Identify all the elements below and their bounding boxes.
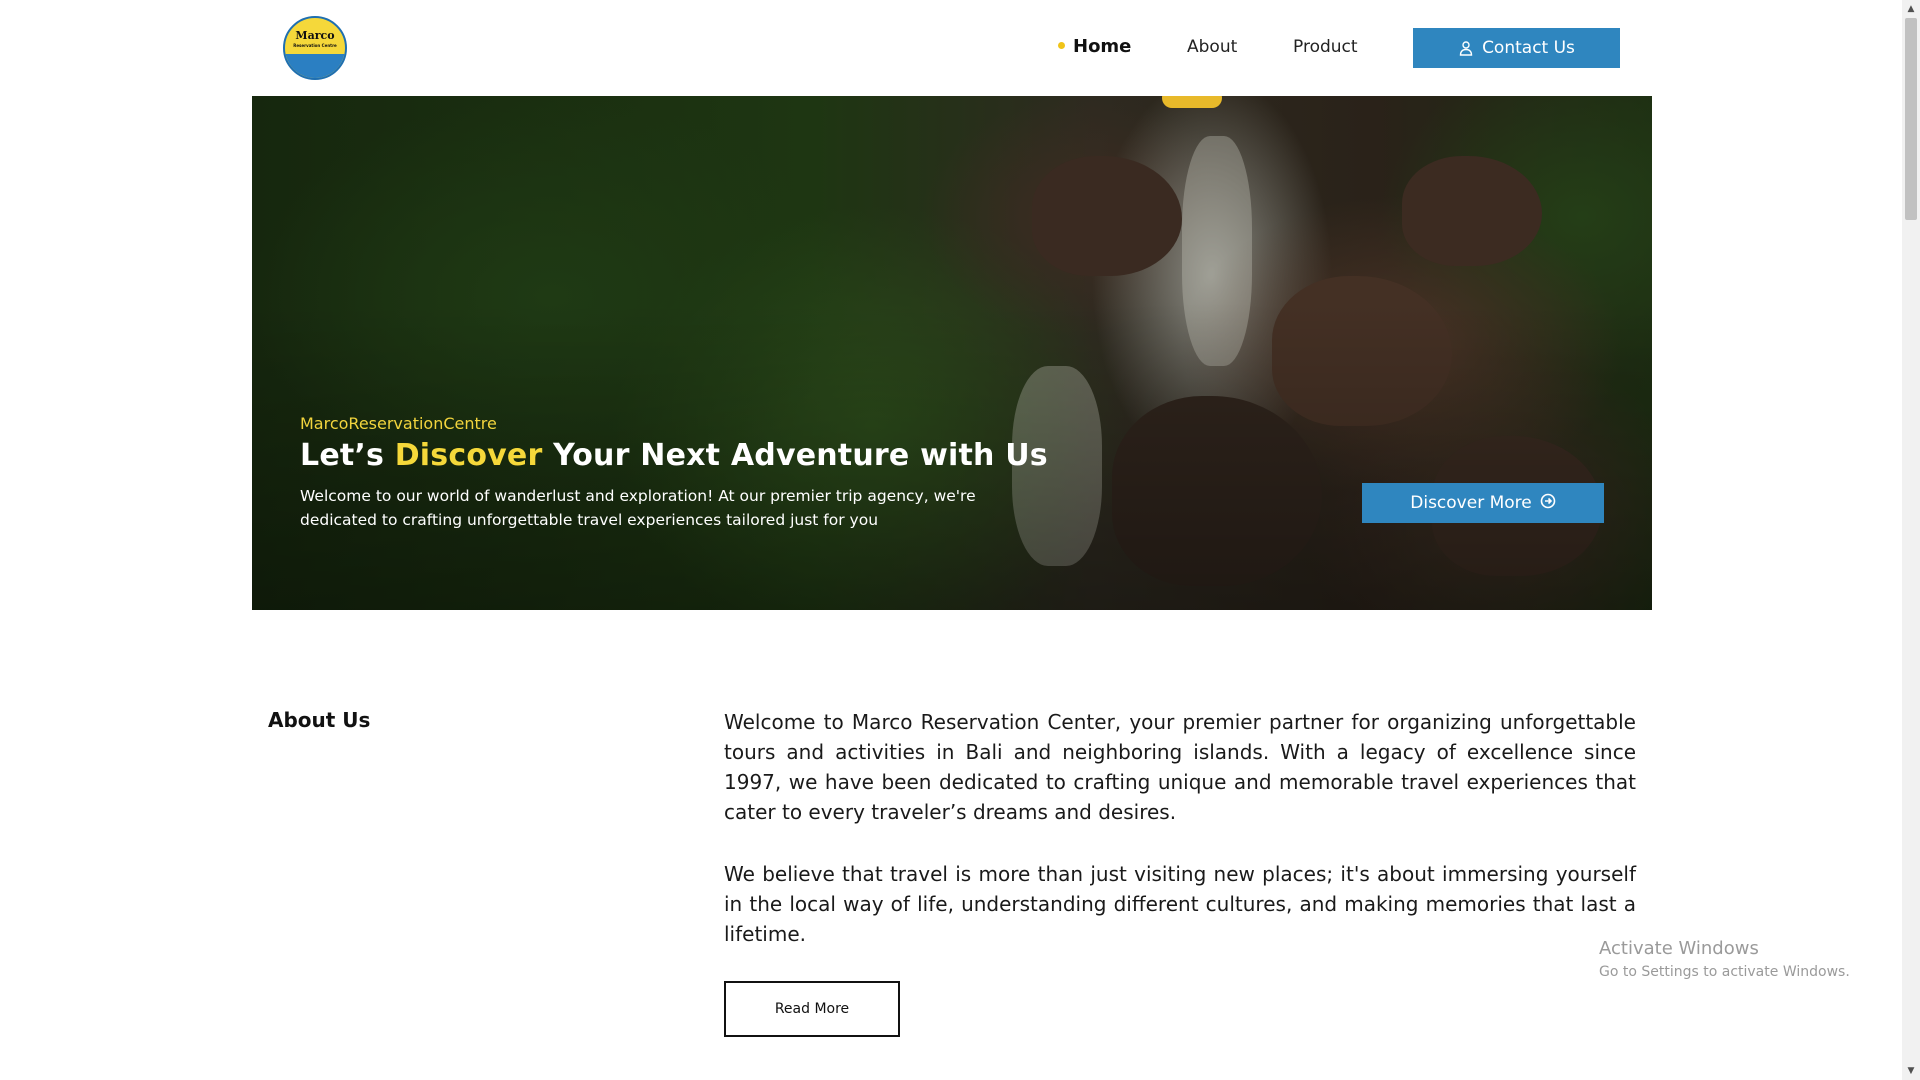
site-logo[interactable]: Marco Reservation Centre <box>283 16 347 80</box>
scroll-thumb[interactable] <box>1905 18 1917 220</box>
nav-item-about[interactable]: About <box>1187 36 1237 58</box>
hero-title-pre: Let’s <box>300 438 395 473</box>
logo-title: Marco <box>295 29 335 42</box>
nav-item-home[interactable]: Home <box>1058 36 1131 58</box>
read-more-button[interactable]: Read More <box>724 981 900 1037</box>
user-icon <box>1458 40 1474 56</box>
contact-us-button[interactable]: Contact Us <box>1413 28 1620 68</box>
contact-us-label: Contact Us <box>1482 38 1575 58</box>
arrow-circle-right-icon <box>1540 493 1556 514</box>
page-scrollbar[interactable]: ▲ ▼ <box>1902 0 1920 1080</box>
nav-item-product[interactable]: Product <box>1293 36 1358 58</box>
discover-more-label: Discover More <box>1410 493 1532 513</box>
site-header: Marco Reservation Centre Home About Prod… <box>0 0 1902 96</box>
activate-windows-title: Activate Windows <box>1599 938 1759 959</box>
hero-title: Let’s Discover Your Next Adventure with … <box>300 438 1048 473</box>
discover-more-button[interactable]: Discover More <box>1362 483 1604 523</box>
about-paragraph-1: Welcome to Marco Reservation Center, you… <box>724 710 1636 824</box>
scroll-down-icon[interactable]: ▼ <box>1902 1062 1920 1080</box>
nav-home-label: Home <box>1073 36 1132 57</box>
hero-brand: MarcoReservationCentre <box>300 414 497 433</box>
about-paragraph-2: We believe that travel is more than just… <box>724 862 1636 946</box>
hero-title-post: Your Next Adventure with Us <box>542 438 1048 473</box>
hero-shade <box>252 96 1652 610</box>
hero-banner: MarcoReservationCentre Let’s Discover Yo… <box>252 96 1652 610</box>
about-heading: About Us <box>268 708 371 732</box>
activate-windows-subtitle: Go to Settings to activate Windows. <box>1599 964 1850 980</box>
active-indicator-dot <box>1058 41 1065 49</box>
scroll-up-icon[interactable]: ▲ <box>1902 0 1920 18</box>
hero-title-accent: Discover <box>394 438 543 473</box>
logo-subtitle: Reservation Centre <box>293 43 337 48</box>
hero-description: Welcome to our world of wanderlust and e… <box>300 487 976 529</box>
logo-wave <box>285 54 345 78</box>
page: Marco Reservation Centre Home About Prod… <box>0 0 1920 1080</box>
